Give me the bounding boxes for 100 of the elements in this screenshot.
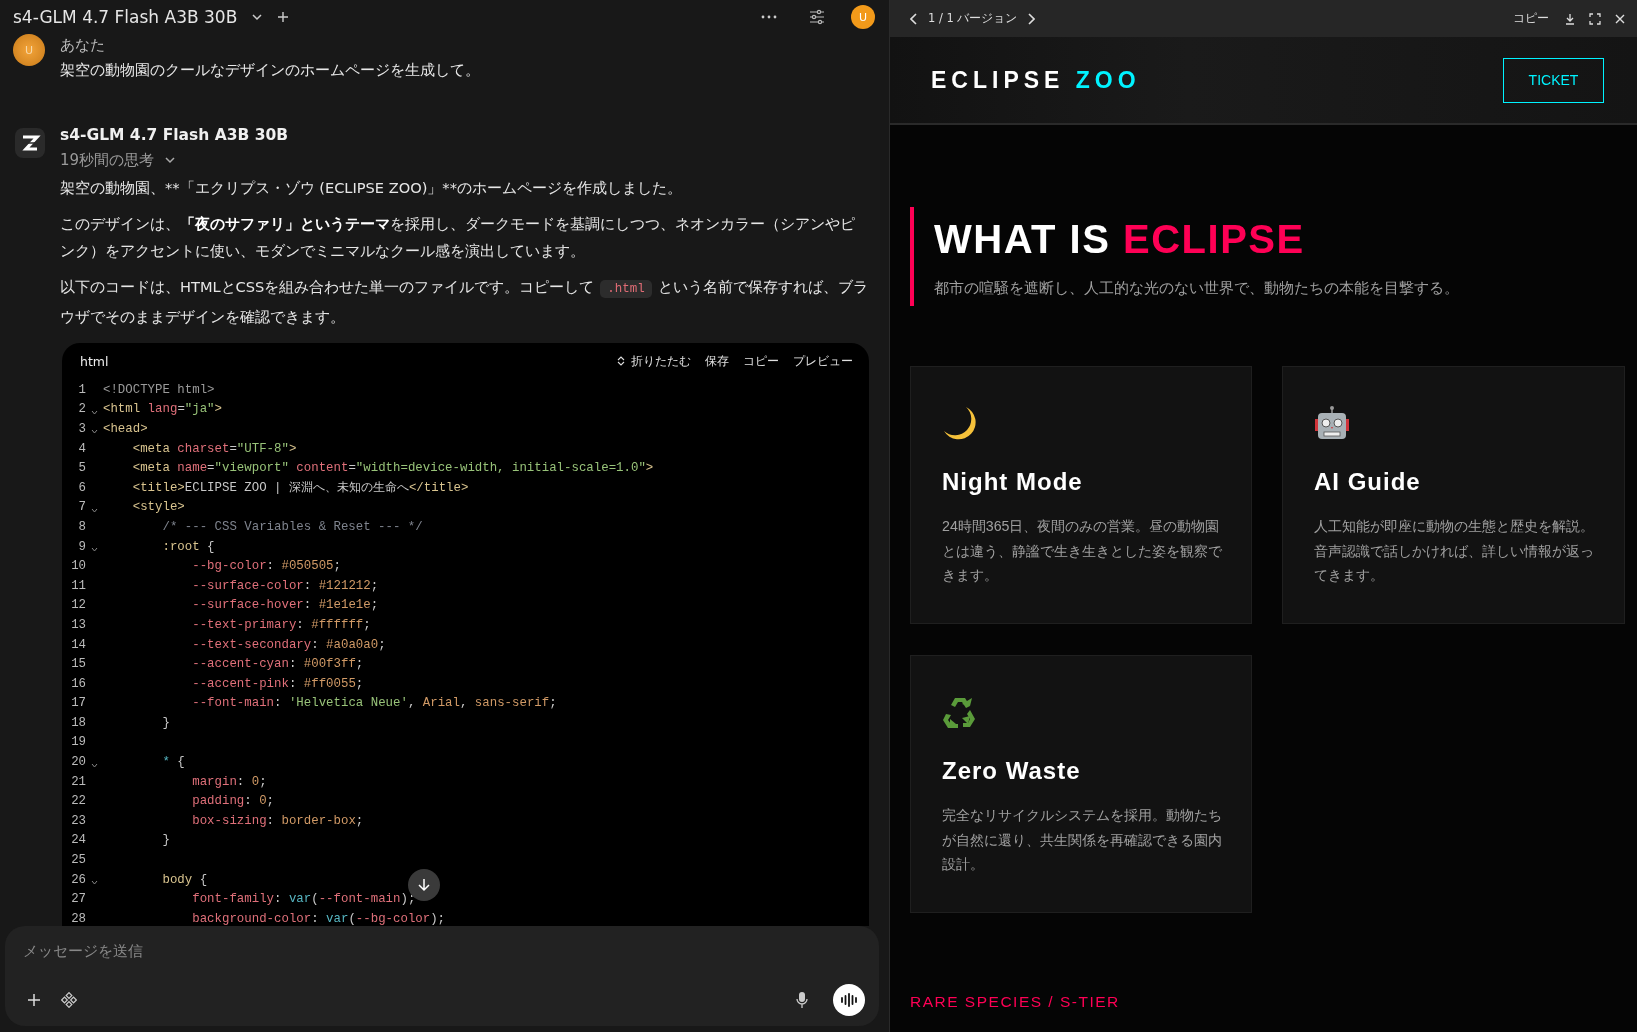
- line-number: 8: [77, 519, 86, 534]
- card-title: AI Guide: [1314, 468, 1422, 496]
- microphone-icon[interactable]: [795, 991, 809, 1009]
- copy-button[interactable]: コピー: [1513, 11, 1549, 26]
- code-action-button[interactable]: プレビュー: [793, 352, 853, 370]
- line-number: 6: [77, 480, 86, 495]
- code-line: body {: [161, 872, 208, 887]
- code-line: --surface-hover: #1e1e1e;: [191, 598, 379, 613]
- line-number: 1: [77, 382, 86, 397]
- message-paragraph: 以下のコードは、HTMLとCSSを組み合わせた単一のファイルです。コピーして .html という名前で保存すれば、ブラウザでそのままデザインを確認できます。: [60, 277, 869, 327]
- line-number: 13: [70, 617, 86, 632]
- line-number: 28: [70, 911, 86, 926]
- line-number: 10: [70, 559, 86, 574]
- hero-title: WHAT IS ECLIPSE: [934, 216, 1306, 263]
- settings-sliders-icon[interactable]: [809, 9, 825, 25]
- z-logo-icon: [15, 128, 45, 158]
- fold-chevron-icon[interactable]: [91, 507, 98, 513]
- message-composer[interactable]: メッセージを送信: [5, 926, 879, 1026]
- collapse-chevrons-icon[interactable]: [617, 356, 625, 366]
- chevron-down-icon[interactable]: [251, 11, 264, 23]
- fold-chevron-icon[interactable]: [91, 547, 98, 553]
- code-line: <html lang="ja">: [103, 402, 222, 417]
- code-line: --text-secondary: #a0a0a0;: [191, 637, 386, 652]
- more-icon[interactable]: [761, 15, 777, 19]
- card-description: 完全なリサイクルシステムを採用。動物たちが自然に還り、共生関係を再確認できる園内設計。: [942, 806, 1223, 874]
- code-line: box-sizing: border-box;: [191, 813, 364, 828]
- line-number: 23: [70, 813, 86, 828]
- code-line: * {: [161, 755, 185, 770]
- line-number: 5: [77, 461, 86, 476]
- user-avatar: U: [13, 34, 45, 66]
- line-number: 9: [77, 539, 86, 554]
- fold-chevron-icon[interactable]: [91, 409, 98, 415]
- line-number: 2: [77, 402, 86, 417]
- line-number: 22: [70, 794, 86, 809]
- line-number: 24: [70, 833, 86, 848]
- line-number: 14: [70, 637, 86, 652]
- code-line: <title>ECLIPSE ZOO | 深淵へ、未知の生命へ</title>: [131, 480, 469, 497]
- code-line: --font-main: 'Helvetica Neue', Arial, sans-serif;: [191, 696, 557, 711]
- chevron-down-icon[interactable]: [164, 154, 177, 166]
- line-number: 4: [77, 441, 86, 456]
- hero-subtitle: 都市の喧騒を遮断し、人工的な光のない世界で、動物たちの本能を目撃する。: [934, 279, 1460, 298]
- message-input[interactable]: メッセージを送信: [23, 938, 865, 964]
- chevron-left-icon[interactable]: [910, 12, 918, 25]
- code-line: <head>: [103, 422, 148, 436]
- code-action-button[interactable]: コピー: [743, 352, 779, 370]
- code-line: --surface-color: #121212;: [191, 578, 379, 593]
- section-label: RARE SPECIES / S-TIER: [910, 993, 1121, 1011]
- line-number: 3: [77, 422, 86, 436]
- line-number: 16: [70, 676, 86, 691]
- line-number: 26: [70, 872, 86, 887]
- line-number: 20: [70, 755, 86, 770]
- line-number: 7: [77, 500, 86, 515]
- plus-icon[interactable]: [27, 993, 41, 1007]
- code-action-button[interactable]: 折りたたむ: [617, 352, 691, 370]
- code-action-button[interactable]: 保存: [705, 352, 729, 370]
- card-description: 24時間365日、夜間のみの営業。昼の動物園とは違う、静謐で生き生きとした姿を観察できます。: [942, 517, 1223, 585]
- fullscreen-icon[interactable]: [1589, 12, 1601, 25]
- ticket-button[interactable]: TICKET: [1503, 57, 1604, 103]
- line-number: 21: [70, 774, 86, 789]
- code-line: padding: 0;: [191, 794, 275, 809]
- code-line: background-color: var(--bg-color);: [191, 911, 446, 926]
- model-title[interactable]: s4-GLM 4.7 Flash A3B 30B: [13, 7, 238, 27]
- thinking-toggle[interactable]: 19秒間の思考: [60, 146, 177, 174]
- line-number: 18: [70, 715, 86, 730]
- fold-chevron-icon[interactable]: [91, 880, 98, 886]
- line-number: 11: [70, 578, 86, 593]
- message-text: 架空の動物園のクールなデザインのホームページを生成して。: [60, 60, 480, 81]
- fold-chevron-icon[interactable]: [91, 429, 98, 435]
- site-logo[interactable]: ECLIPSE ZOO: [931, 66, 1141, 94]
- robot-icon: [1314, 405, 1350, 441]
- message-paragraph: 架空の動物園、**「エクリプス・ゾウ (ECLIPSE ZOO)」**のホームページを作成しました。: [60, 178, 683, 198]
- fold-chevron-icon[interactable]: [91, 762, 98, 768]
- version-label: 1 / 1 バージョン: [928, 11, 1018, 26]
- code-line: margin: 0;: [191, 774, 267, 789]
- code-line: --accent-cyan: #00f3ff;: [191, 657, 364, 672]
- line-number: 27: [70, 892, 86, 907]
- plus-icon[interactable]: [277, 11, 290, 23]
- line-number: 15: [70, 657, 86, 672]
- code-line: <style>: [131, 500, 185, 515]
- code-line: }: [161, 715, 170, 730]
- code-line: <meta charset="UTF-8">: [131, 441, 297, 456]
- tools-icon[interactable]: [61, 992, 77, 1008]
- download-icon[interactable]: [1565, 12, 1575, 25]
- code-line: <meta name="viewport" content="width=device-width, initial-scale=1.0">: [131, 461, 654, 476]
- code-line: }: [161, 833, 170, 848]
- card-description: 人工知能が即座に動物の生態と歴史を解説。音声認識で話しかければ、詳しい情報が返ってきます。: [1314, 517, 1595, 585]
- waveform-icon[interactable]: [840, 993, 858, 1007]
- card-title: Zero Waste: [942, 757, 1082, 785]
- author-name: あなた: [60, 35, 106, 56]
- code-line: :root {: [161, 539, 215, 554]
- code-line: <!DOCTYPE html>: [103, 382, 215, 397]
- code-line: --accent-pink: #ff0055;: [191, 676, 364, 691]
- chevron-right-icon[interactable]: [1027, 12, 1036, 25]
- voice-mode-button[interactable]: [833, 984, 865, 1016]
- arrow-down-icon[interactable]: [417, 878, 431, 892]
- message-paragraph: このデザインは、「夜のサファリ」というテーマを採用し、ダークモードを基調にしつつ、ネオンカラー（シアンやピンク）をアクセントに使い、モダンでミニマルなクール感を演出しています。: [60, 214, 856, 261]
- close-icon[interactable]: [1615, 13, 1625, 24]
- line-number: 19: [70, 735, 86, 750]
- code-language: html: [80, 353, 109, 369]
- code-line: font-family: var(--font-main);: [191, 892, 416, 907]
